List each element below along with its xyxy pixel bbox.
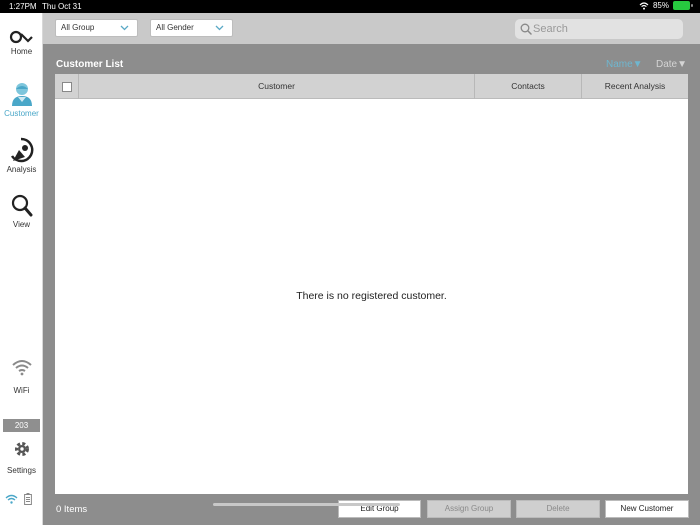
group-filter-value: All Group — [61, 23, 95, 32]
new-customer-button[interactable]: New Customer — [605, 500, 689, 518]
search-icon — [520, 23, 532, 35]
gear-icon — [14, 442, 29, 456]
column-header-recent-analysis[interactable]: Recent Analysis — [582, 74, 688, 99]
magnifier-icon — [11, 194, 32, 217]
sidebar-item-wifi[interactable]: WiFi — [0, 358, 43, 395]
column-header-contacts[interactable]: Contacts — [475, 74, 582, 99]
status-date: Thu Oct 31 — [42, 2, 82, 11]
search-input[interactable] — [533, 19, 678, 39]
table-header: Customer Contacts Recent Analysis — [55, 74, 688, 99]
sidebar-item-label: Analysis — [6, 165, 37, 174]
sidebar-status — [5, 493, 32, 505]
header-check-cell — [55, 74, 79, 99]
sidebar-item-view[interactable]: View — [0, 194, 43, 229]
wifi-icon — [11, 360, 32, 376]
sidebar-item-home[interactable]: Home — [0, 29, 43, 56]
delete-button[interactable]: Delete — [516, 500, 600, 518]
page-title: Customer List — [56, 59, 124, 70]
analysis-icon — [10, 137, 33, 163]
sidebar-item-settings[interactable]: Settings — [0, 440, 43, 475]
sidebar-item-customer[interactable]: Customer — [0, 81, 43, 118]
chevron-down-icon — [215, 25, 224, 31]
logo-icon — [9, 30, 33, 44]
column-header-customer[interactable]: Customer — [79, 74, 475, 99]
group-filter-select[interactable]: All Group — [55, 19, 138, 37]
main-panel: All Group All Gender Customer List Name▼… — [43, 13, 700, 525]
battery-small-icon — [24, 493, 32, 505]
item-count: 0 Items — [56, 504, 88, 515]
sort-name-button[interactable]: Name▼ — [606, 59, 643, 70]
battery-percent: 85% — [652, 1, 669, 10]
chevron-down-icon — [120, 25, 129, 31]
sidebar-item-label: Home — [10, 47, 33, 56]
sidebar-item-label: View — [12, 220, 31, 229]
status-time: 1:27PM — [9, 2, 37, 11]
select-all-checkbox[interactable] — [62, 82, 72, 92]
customer-icon — [11, 83, 32, 106]
wifi-status-icon — [639, 1, 649, 10]
battery-icon — [673, 1, 693, 10]
sidebar-item-label: Customer — [4, 109, 39, 118]
gender-filter-select[interactable]: All Gender — [150, 19, 233, 37]
sidebar: Home Customer Analysis View WiFi 203 Set… — [0, 13, 43, 525]
sort-date-button[interactable]: Date▼ — [656, 59, 687, 70]
filter-bar: All Group All Gender — [43, 13, 700, 44]
gender-filter-value: All Gender — [156, 23, 194, 32]
empty-state-message: There is no registered customer. — [296, 290, 447, 302]
sidebar-item-analysis[interactable]: Analysis — [0, 137, 43, 174]
home-indicator[interactable] — [213, 503, 400, 506]
count-badge: 203 — [3, 419, 40, 432]
sidebar-item-label: WiFi — [13, 386, 30, 395]
search-box[interactable] — [515, 19, 683, 39]
footer-bar: 0 Items Edit Group Assign Group Delete N… — [43, 497, 700, 525]
status-right: 85% — [639, 1, 693, 10]
customer-table: Customer Contacts Recent Analysis There … — [55, 74, 688, 494]
status-bar: 1:27PM Thu Oct 31 85% — [0, 0, 700, 13]
sidebar-item-label: Settings — [7, 466, 36, 475]
wifi-small-icon — [5, 494, 18, 504]
assign-group-button[interactable]: Assign Group — [427, 500, 511, 518]
